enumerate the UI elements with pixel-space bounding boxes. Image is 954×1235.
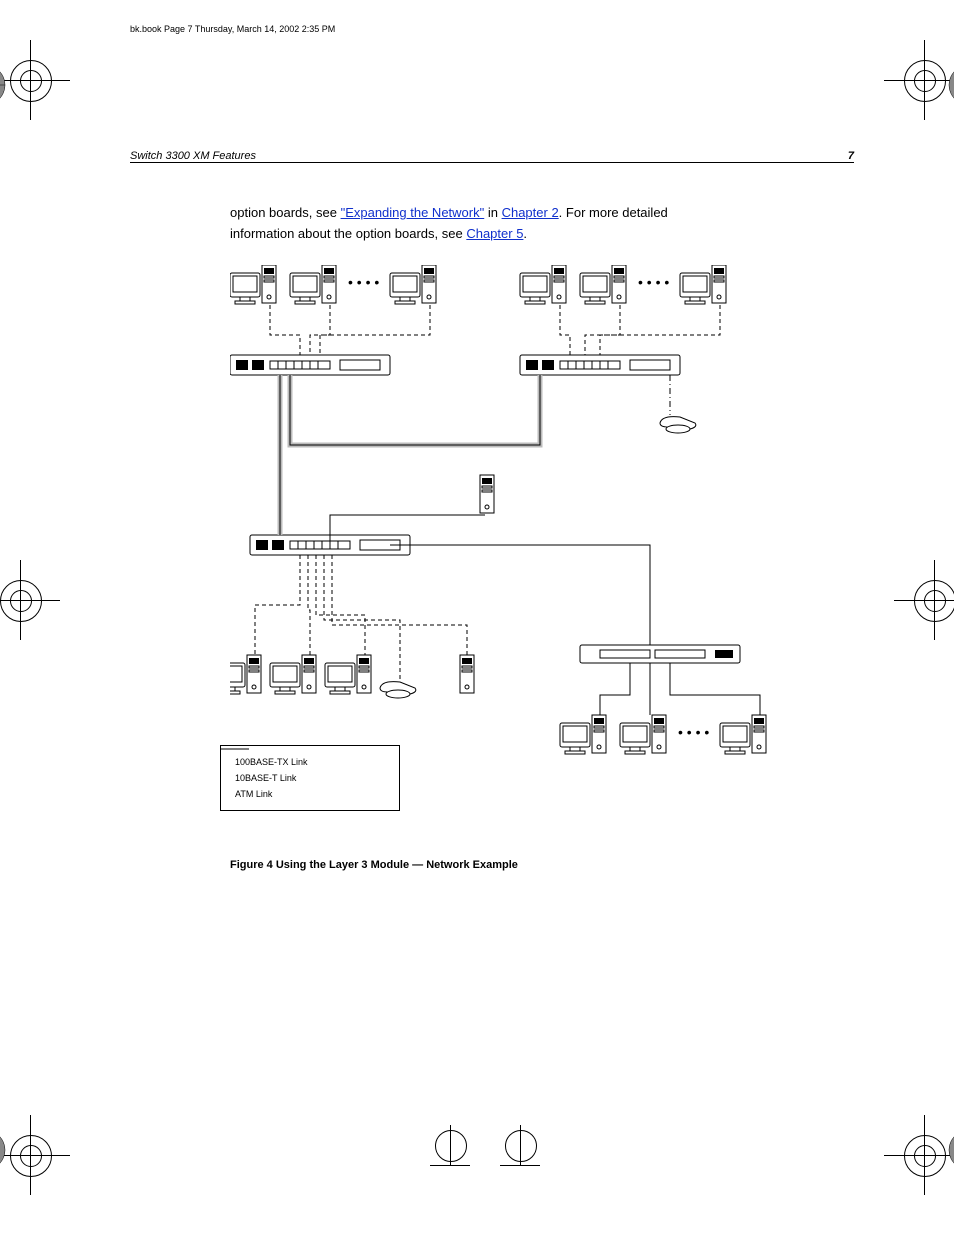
text-link[interactable]: Chapter 2	[502, 205, 559, 220]
crop-mark-icon	[884, 1115, 954, 1195]
text-run: in	[484, 205, 501, 220]
legend-item: ATM Link	[235, 786, 385, 802]
svg-text:• • • •: • • • •	[638, 274, 669, 290]
svg-text:• • • •: • • • •	[348, 274, 379, 290]
crop-mark-icon	[0, 40, 70, 120]
legend-label: 10BASE-T Link	[235, 770, 296, 786]
text-run: option boards, see	[230, 205, 341, 220]
paragraph-text: option boards, see "Expanding the Networ…	[230, 203, 854, 245]
legend-label: 100BASE-TX Link	[235, 754, 308, 770]
document-page: bk.book Page 7 Thursday, March 14, 2002 …	[0, 0, 954, 1235]
crop-mark-icon	[0, 560, 60, 640]
network-diagram: • • • • • • • •	[230, 265, 854, 855]
legend-item: 100BASE-TX Link	[235, 754, 385, 770]
header-section: Switch 3300 XM Features	[130, 150, 256, 162]
crop-mark-icon	[884, 40, 954, 120]
header-rule	[130, 162, 854, 163]
diagram-legend: 100BASE-TX Link 10BASE-T Link ATM Link	[220, 745, 400, 812]
figure-caption: Figure 4 Using the Layer 3 Module — Netw…	[230, 859, 854, 871]
crop-mark-icon	[430, 1125, 510, 1205]
text-run: . For more detailed	[559, 205, 668, 220]
legend-label: ATM Link	[235, 786, 272, 802]
page-header: Switch 3300 XM Features 7	[130, 150, 854, 162]
crop-mark-icon	[0, 1115, 70, 1195]
text-run: information about the option boards, see	[230, 226, 466, 241]
svg-text:• • • •: • • • •	[678, 724, 709, 740]
page-meta-text: bk.book Page 7 Thursday, March 14, 2002 …	[130, 24, 335, 34]
text-link[interactable]: "Expanding the Network"	[341, 205, 485, 220]
header-page-number: 7	[848, 150, 854, 162]
crop-mark-icon	[500, 1125, 580, 1205]
text-run: .	[523, 226, 527, 241]
text-link[interactable]: Chapter 5	[466, 226, 523, 241]
crop-mark-icon	[894, 560, 954, 640]
legend-item: 10BASE-T Link	[235, 770, 385, 786]
